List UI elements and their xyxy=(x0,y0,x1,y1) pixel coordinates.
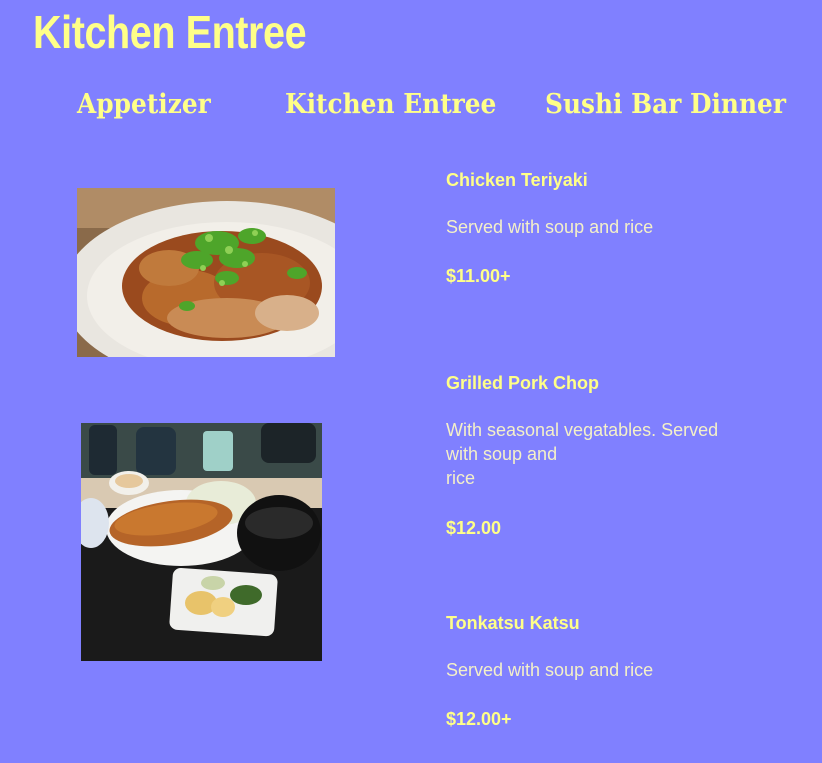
item-description-line: with soup and xyxy=(446,444,558,464)
tab-sushi-bar-dinner[interactable]: Sushi Bar Dinner xyxy=(545,86,807,124)
item-price-grilled-pork-chop: $12.00 xyxy=(446,518,502,538)
item-name-grilled-pork-chop: Grilled Pork Chop xyxy=(446,373,600,393)
tab-appetizer-label: Appetizer xyxy=(77,89,211,120)
chicken-teriyaki-photo xyxy=(77,188,335,357)
item-price-tonkatsu-katsu: $12.00+ xyxy=(446,709,512,729)
tab-sushi-bar-dinner-label: Sushi Bar Dinner xyxy=(545,89,786,120)
item-name-chicken-teriyaki: Chicken Teriyaki xyxy=(446,170,588,190)
item-description-grilled-pork-chop: With seasonal vegatables. Served with so… xyxy=(446,418,756,490)
item-description-tonkatsu-katsu: Served with soup and rice xyxy=(446,660,654,680)
page-title: Kitchen Entree xyxy=(33,6,307,58)
item-name-tonkatsu-katsu: Tonkatsu Katsu xyxy=(446,613,580,633)
pork-cutlet-set-photo xyxy=(81,423,322,661)
tab-kitchen-entree[interactable]: Kitchen Entree xyxy=(285,86,515,124)
item-price-chicken-teriyaki: $11.00+ xyxy=(446,266,511,286)
item-description-line: rice xyxy=(446,468,476,488)
tab-kitchen-entree-label: Kitchen Entree xyxy=(285,89,497,120)
tab-appetizer[interactable]: Appetizer xyxy=(77,86,222,124)
item-description-line: With seasonal vegatables. Served xyxy=(446,420,719,440)
item-description-chicken-teriyaki: Served with soup and rice xyxy=(446,217,654,237)
